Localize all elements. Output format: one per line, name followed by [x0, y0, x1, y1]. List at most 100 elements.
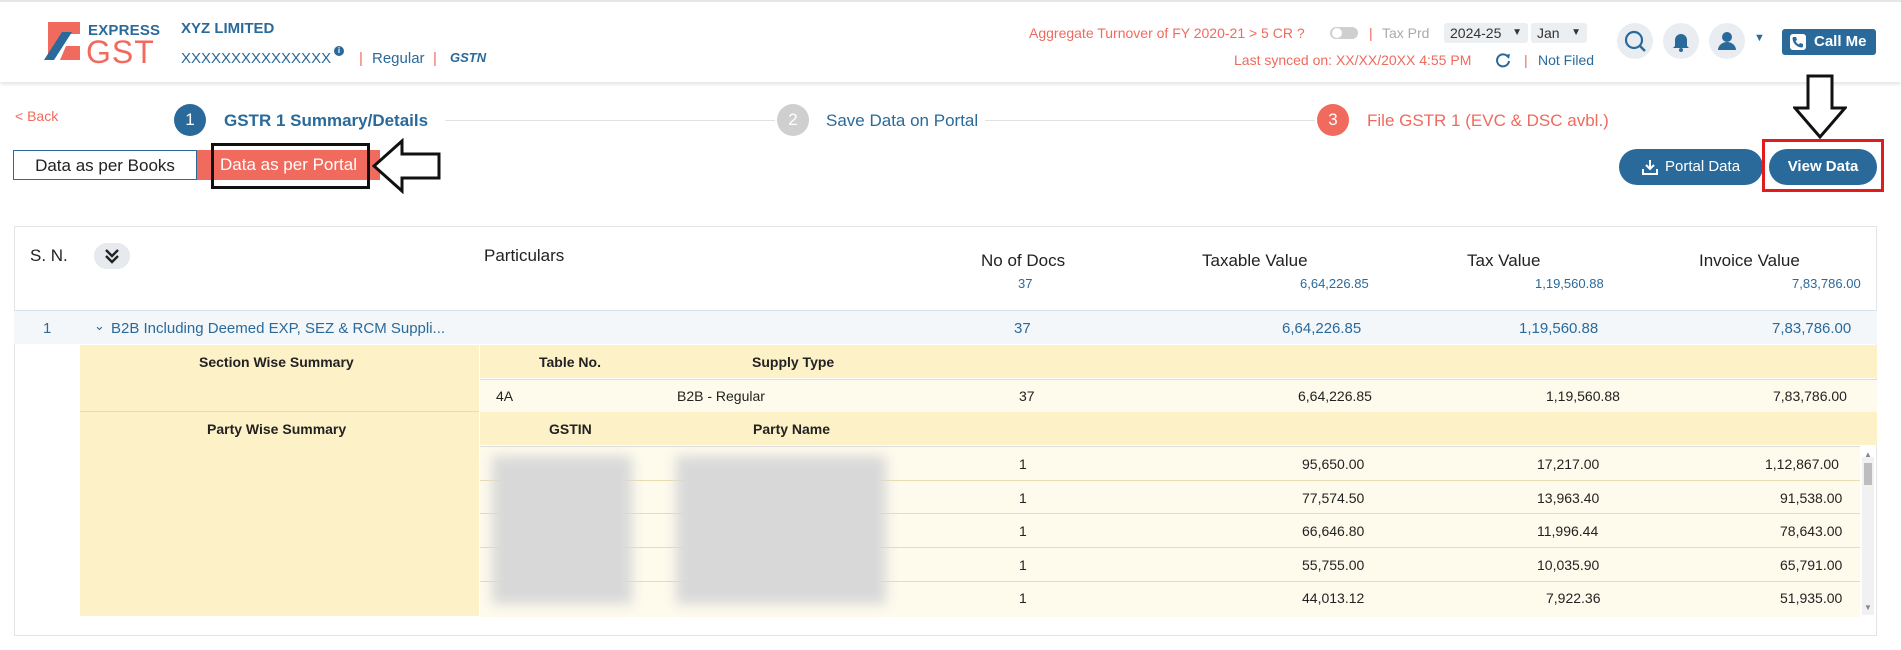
call-me-label: Call Me — [1814, 33, 1867, 50]
section-summary-header — [480, 345, 1877, 378]
party-invoice: 78,643.00 — [1780, 523, 1843, 539]
header-supply-type: Supply Type — [752, 354, 835, 370]
redacted-party-name — [676, 456, 886, 604]
portal-data-label: Portal Data — [1665, 158, 1741, 175]
party-taxable: 95,650.00 — [1302, 456, 1365, 472]
highlight-box-portal-tab — [211, 143, 370, 189]
table-no-value: 4A — [496, 388, 514, 404]
party-tax: 11,996.44 — [1537, 523, 1599, 539]
party-taxable: 44,013.12 — [1302, 590, 1365, 606]
separator: | — [1369, 25, 1373, 41]
section-wise-summary-title: Section Wise Summary — [199, 354, 354, 370]
user-icon — [1718, 32, 1736, 50]
row-tax: 1,19,560.88 — [1519, 320, 1599, 337]
company-name: XYZ LIMITED — [181, 20, 275, 37]
party-taxable: 77,574.50 — [1302, 490, 1365, 506]
express-gst-logo[interactable]: EXPRESS GST — [42, 20, 162, 70]
section-tax: 1,19,560.88 — [1546, 388, 1620, 404]
party-invoice: 65,791.00 — [1780, 557, 1843, 573]
step-3-label[interactable]: File GSTR 1 (EVC & DSC avbl.) — [1367, 111, 1609, 131]
scroll-down-icon[interactable]: ▼ — [1864, 603, 1872, 612]
year-value: 2024-25 — [1450, 25, 1502, 41]
row-docs: 37 — [1014, 320, 1031, 337]
header-party-name: Party Name — [753, 421, 831, 437]
turnover-toggle[interactable] — [1330, 27, 1358, 39]
refresh-icon[interactable] — [1495, 52, 1511, 68]
turnover-question: Aggregate Turnover of FY 2020-21 > 5 CR … — [1029, 25, 1305, 41]
row-invoice: 7,83,786.00 — [1772, 320, 1852, 337]
header-taxable-value: Taxable Value — [1202, 251, 1308, 270]
down-arrow-annotation-icon — [1793, 74, 1847, 140]
supply-type-value: B2B - Regular — [677, 388, 765, 404]
step-connector — [985, 120, 1315, 121]
total-invoice: 7,83,786.00 — [1792, 276, 1861, 291]
registration-type: Regular — [372, 50, 425, 67]
chevron-down-icon: ▼ — [1571, 27, 1581, 38]
step-1-label[interactable]: GSTR 1 Summary/Details — [224, 111, 428, 131]
header-table-no: Table No. — [539, 354, 601, 370]
portal-data-button[interactable]: Portal Data — [1619, 149, 1763, 185]
scroll-up-icon[interactable]: ▲ — [1864, 450, 1872, 459]
party-wise-summary-title: Party Wise Summary — [207, 421, 347, 437]
separator: | — [1524, 52, 1528, 68]
user-menu-button[interactable] — [1709, 23, 1745, 59]
chevron-down-icon: ▼ — [1512, 27, 1522, 38]
tab-data-as-per-books[interactable]: Data as per Books — [13, 150, 197, 180]
party-summary-header — [480, 412, 1877, 445]
total-docs: 37 — [1018, 276, 1033, 291]
gstin-value: XXXXXXXXXXXXXXX — [181, 50, 332, 67]
collapse-all-button[interactable] — [94, 243, 130, 269]
search-gstin-button[interactable] — [1617, 23, 1653, 59]
notifications-button[interactable] — [1663, 23, 1699, 59]
step-3-number: 3 — [1317, 104, 1349, 136]
party-invoice: 51,935.00 — [1780, 590, 1843, 606]
separator: | — [433, 50, 437, 67]
logo-gst-text: GST — [86, 34, 155, 70]
step-connector — [445, 120, 775, 121]
left-arrow-annotation-icon — [372, 138, 441, 194]
highlight-box-view-data — [1762, 139, 1884, 192]
party-docs: 1 — [1019, 590, 1027, 606]
bell-icon — [1673, 34, 1689, 52]
logo-mark-icon — [44, 22, 80, 60]
phone-icon — [1790, 34, 1806, 50]
party-docs: 1 — [1019, 523, 1027, 539]
total-taxable: 6,64,226.85 — [1300, 276, 1369, 291]
header-particulars: Particulars — [484, 246, 565, 265]
year-select[interactable]: 2024-25 ▼ — [1444, 23, 1528, 43]
header-sn: S. N. — [30, 246, 68, 265]
party-docs: 1 — [1019, 557, 1027, 573]
redacted-gstin — [492, 456, 632, 604]
step-2-label[interactable]: Save Data on Portal — [826, 111, 978, 131]
back-link[interactable]: < Back — [15, 108, 58, 124]
separator: | — [359, 50, 363, 67]
party-docs: 1 — [1019, 490, 1027, 506]
party-tax: 10,035.90 — [1537, 557, 1600, 573]
call-me-button[interactable]: Call Me — [1782, 29, 1876, 55]
step-2-number: 2 — [777, 104, 809, 136]
chevron-down-icon[interactable]: ⌄ — [94, 318, 105, 334]
row-particular-b2b[interactable]: B2B Including Deemed EXP, SEZ & RCM Supp… — [111, 320, 445, 337]
section-invoice: 7,83,786.00 — [1773, 388, 1847, 404]
section-docs: 37 — [1019, 388, 1035, 404]
month-select[interactable]: Jan ▼ — [1531, 23, 1587, 43]
header-tax-value: Tax Value — [1467, 251, 1541, 270]
app-header: EXPRESS GST XYZ LIMITED XXXXXXXXXXXXXXX … — [0, 0, 1901, 82]
total-tax: 1,19,560.88 — [1535, 276, 1604, 291]
row-taxable: 6,64,226.85 — [1282, 320, 1362, 337]
party-tax: 13,963.40 — [1537, 490, 1600, 506]
double-chevron-down-icon — [105, 249, 119, 264]
party-invoice: 91,538.00 — [1780, 490, 1843, 506]
user-menu-chevron-icon[interactable]: ▼ — [1754, 32, 1765, 44]
header-gstin: GSTIN — [549, 421, 592, 437]
last-synced-text: Last synced on: XX/XX/20XX 4:55 PM — [1234, 52, 1472, 68]
party-invoice: 1,12,867.00 — [1765, 456, 1839, 472]
month-value: Jan — [1537, 25, 1560, 41]
gstin-info-icon[interactable]: i — [334, 46, 344, 56]
party-tax: 17,217.00 — [1537, 456, 1600, 472]
download-icon — [1642, 160, 1658, 175]
header-invoice-value: Invoice Value — [1699, 251, 1800, 270]
section-taxable: 6,64,226.85 — [1298, 388, 1372, 404]
header-no-of-docs: No of Docs — [981, 251, 1066, 270]
party-scrollbar-thumb[interactable] — [1864, 463, 1872, 485]
